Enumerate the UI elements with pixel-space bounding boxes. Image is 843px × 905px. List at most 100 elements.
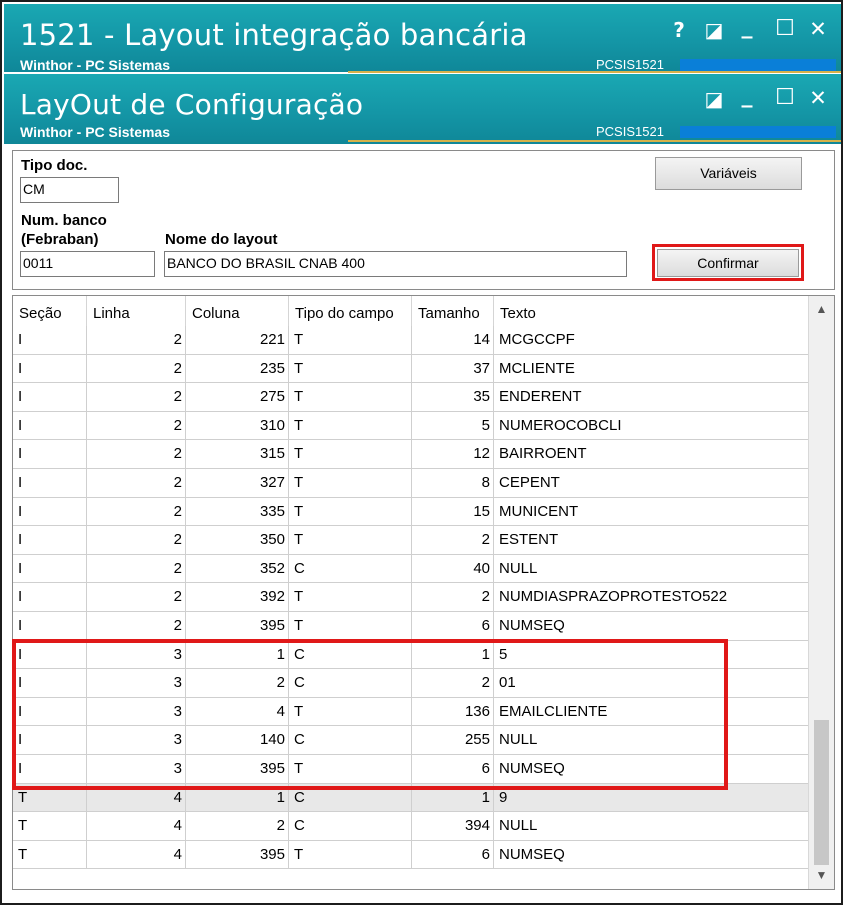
table-row[interactable]: I31C15 (13, 640, 809, 670)
cell-secao[interactable]: I (13, 583, 87, 611)
cell-coluna[interactable]: 1 (186, 640, 289, 669)
cell-tipo[interactable]: T (289, 497, 412, 526)
minimize-icon[interactable]: _ (734, 14, 760, 39)
cell-coluna[interactable]: 315 (186, 440, 289, 468)
table-row[interactable]: T 4 395 T 6 NUMSEQ (13, 840, 809, 870)
cell-coluna[interactable]: 235 (186, 354, 289, 383)
cell-coluna[interactable]: 392 (186, 583, 289, 611)
cell-tamanho[interactable]: 35 (412, 383, 494, 411)
table-row[interactable]: I 3 2 C 2 01 (13, 669, 809, 698)
cell-coluna[interactable]: 4 (186, 697, 289, 726)
header-linha[interactable]: Linha (87, 296, 186, 326)
cell-tipo[interactable]: C (289, 669, 412, 697)
cell-linha[interactable]: 4 (87, 840, 186, 869)
cell-linha[interactable]: 3 (87, 755, 186, 783)
cell-secao[interactable]: I (13, 726, 87, 754)
cell-tipo[interactable]: T (289, 697, 412, 726)
help-icon[interactable]: ? (666, 18, 692, 42)
cell-tamanho[interactable]: 136 (412, 697, 494, 726)
cell-secao[interactable]: I (13, 326, 87, 354)
cell-secao[interactable]: T (13, 812, 87, 840)
cell-secao[interactable]: I (13, 526, 87, 554)
cell-secao[interactable]: I (13, 383, 87, 411)
cell-linha[interactable]: 3 (87, 726, 186, 754)
num-banco-field[interactable]: 0011 (20, 251, 155, 277)
cell-secao[interactable]: I (13, 697, 87, 726)
cell-tamanho[interactable]: 15 (412, 497, 494, 526)
cell-texto[interactable]: BAIRROENT (494, 440, 809, 468)
table-row[interactable]: I 2 335 T 15 MUNICENT (13, 497, 809, 527)
cell-tamanho[interactable]: 14 (412, 326, 494, 354)
cell-tipo[interactable]: C (289, 640, 412, 669)
cell-tipo[interactable]: T (289, 526, 412, 554)
cell-linha[interactable]: 4 (87, 812, 186, 840)
cell-secao[interactable]: I (13, 640, 87, 669)
tipo-doc-field[interactable]: CM (20, 177, 119, 203)
dialog-restore-icon[interactable]: ◪ (701, 87, 727, 111)
cell-texto[interactable]: NUMSEQ (494, 841, 809, 869)
cell-secao[interactable]: I (13, 554, 87, 583)
cell-linha[interactable]: 2 (87, 583, 186, 611)
cell-texto[interactable]: ENDERENT (494, 383, 809, 411)
cell-texto[interactable]: MUNICENT (494, 498, 809, 526)
cell-secao[interactable]: I (13, 440, 87, 468)
dialog-close-icon[interactable]: ✕ (805, 86, 831, 110)
cell-tipo[interactable]: T (289, 326, 412, 354)
cell-coluna[interactable]: 335 (186, 497, 289, 526)
table-row[interactable]: I 3 395 T 6 NUMSEQ (13, 755, 809, 784)
main-window-titlebar[interactable]: 1521 - Layout integração bancária Wintho… (4, 4, 841, 73)
table-row[interactable]: I 2 275 T 35 ENDERENT (13, 383, 809, 412)
cell-tamanho[interactable]: 6 (412, 755, 494, 783)
cell-coluna[interactable]: 2 (186, 812, 289, 840)
cell-linha[interactable]: 2 (87, 469, 186, 497)
cell-coluna[interactable]: 2 (186, 669, 289, 697)
layout-grid[interactable]: Seção Linha Coluna Tipo do campo Tamanho… (12, 295, 835, 890)
cell-coluna[interactable]: 352 (186, 554, 289, 583)
variaveis-button[interactable]: Variáveis (655, 157, 802, 190)
cell-secao[interactable]: I (13, 755, 87, 783)
cell-tipo[interactable]: C (289, 726, 412, 754)
table-row[interactable]: I 2 221 T 14 MCGCCPF (13, 326, 809, 355)
cell-tamanho[interactable]: 37 (412, 354, 494, 383)
nome-layout-field[interactable]: BANCO DO BRASIL CNAB 400 (164, 251, 627, 277)
table-row[interactable]: I 3 4 T 136 EMAILCLIENTE (13, 697, 809, 727)
close-icon[interactable]: ✕ (805, 17, 831, 41)
cell-texto[interactable]: NULL (494, 555, 809, 583)
confirmar-button[interactable]: Confirmar (657, 249, 799, 277)
cell-linha[interactable]: 2 (87, 383, 186, 411)
cell-coluna[interactable]: 275 (186, 383, 289, 411)
table-row[interactable]: I 2 315 T 12 BAIRROENT (13, 440, 809, 469)
dialog-titlebar[interactable]: LayOut de Configuração Winthor - PC Sist… (4, 74, 841, 144)
cell-linha[interactable]: 2 (87, 440, 186, 468)
cell-coluna[interactable]: 310 (186, 411, 289, 440)
cell-secao[interactable]: I (13, 411, 87, 440)
cell-secao[interactable]: T (13, 840, 87, 869)
vertical-scrollbar[interactable]: ▲ ▼ (808, 296, 834, 889)
cell-tipo[interactable]: T (289, 411, 412, 440)
scroll-thumb[interactable] (814, 720, 829, 865)
cell-tamanho[interactable]: 1 (412, 640, 494, 669)
table-row[interactable]: I 2 352 C 40 NULL (13, 554, 809, 584)
cell-secao[interactable]: I (13, 669, 87, 697)
cell-linha[interactable]: 2 (87, 354, 186, 383)
cell-tipo[interactable]: T (289, 755, 412, 783)
cell-texto[interactable]: MCLIENTE (494, 355, 809, 383)
cell-secao[interactable]: I (13, 612, 87, 640)
cell-linha[interactable]: 3 (87, 669, 186, 697)
header-tipo-campo[interactable]: Tipo do campo (289, 296, 412, 326)
cell-linha[interactable]: 2 (87, 411, 186, 440)
cell-coluna[interactable]: 350 (186, 526, 289, 554)
scroll-down-icon[interactable]: ▼ (809, 865, 834, 885)
header-coluna[interactable]: Coluna (186, 296, 289, 326)
cell-tamanho[interactable]: 2 (412, 526, 494, 554)
cell-tipo[interactable]: T (289, 383, 412, 411)
cell-texto[interactable]: NULL (494, 812, 809, 840)
dialog-minimize-icon[interactable]: _ (734, 83, 760, 108)
cell-texto[interactable]: NUMSEQ (494, 612, 809, 640)
cell-tamanho[interactable]: 12 (412, 440, 494, 468)
cell-linha[interactable]: 3 (87, 697, 186, 726)
table-row[interactable]: T 4 2 C 394 NULL (13, 812, 809, 841)
cell-texto[interactable]: MCGCCPF (494, 326, 809, 354)
cell-texto[interactable]: EMAILCLIENTE (494, 698, 809, 726)
cell-tipo[interactable]: T (289, 354, 412, 383)
